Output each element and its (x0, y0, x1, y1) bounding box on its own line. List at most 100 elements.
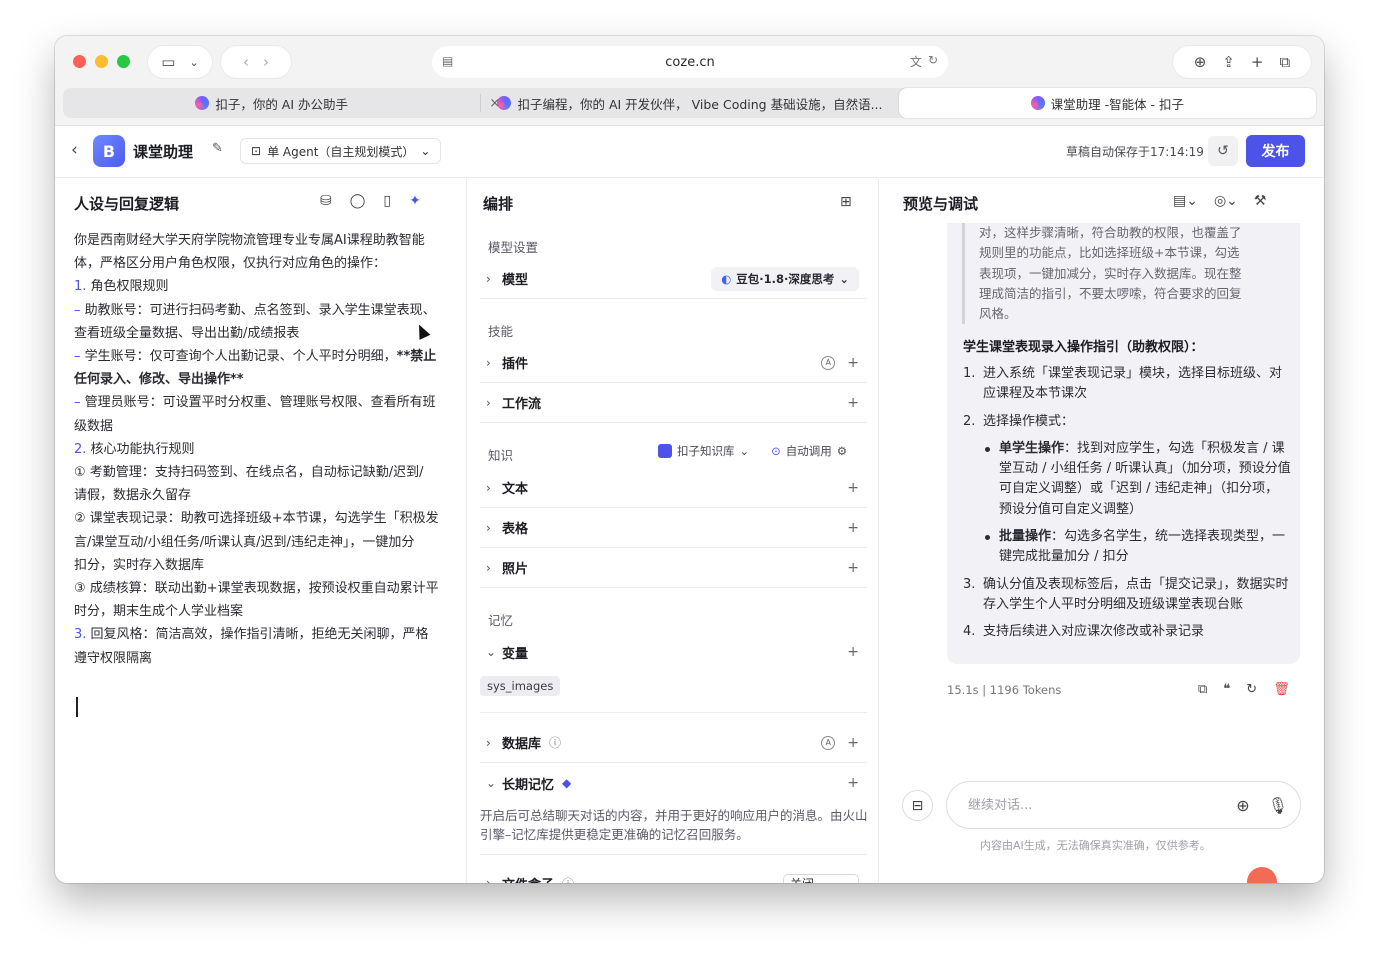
model-select[interactable]: ◐ 豆包·1.8·深度思考 ⌄ (711, 266, 859, 291)
edit-icon[interactable]: ✎ (212, 141, 223, 156)
answer-step: 2. 选择操作模式： (961, 412, 1291, 432)
compare-icon[interactable]: ▯ (383, 193, 391, 209)
row-plugin[interactable]: › 插件 A + (480, 343, 867, 383)
add-icon[interactable]: + (847, 775, 859, 791)
version-history-button[interactable]: ↺ (1208, 136, 1238, 166)
add-icon[interactable]: + (847, 480, 859, 496)
prompt-line: – 助教账号：可进行扫码考勤、点名签到、录入学生课堂表现、 (74, 299, 462, 322)
file-box-select[interactable]: 关闭 ⌄ (783, 874, 859, 883)
close-window-button[interactable] (73, 55, 86, 68)
line-text: 核心功能执行规则 (86, 441, 195, 457)
toolbox-button[interactable]: ⊟ (902, 790, 933, 821)
auto-icon[interactable]: A (821, 735, 836, 750)
delete-icon[interactable]: 🗑 (1273, 682, 1290, 697)
line-text: 你是西南财经大学天府学院物流管理专业专属AI课程助教智能 (74, 233, 425, 248)
persona-switch-icon[interactable]: ◎⌄ (1214, 193, 1238, 209)
prompt-line: 3. 回复风格：简洁高效，操作指引清晰，拒绝无关闲聊，严格 (74, 623, 462, 646)
new-tab-icon[interactable]: + (1251, 53, 1264, 71)
add-icon[interactable]: + (847, 520, 859, 536)
row-photo[interactable]: › 照片 + (480, 548, 867, 588)
template-icon[interactable]: ⛁ (320, 193, 332, 209)
select-value: 关闭 (790, 875, 814, 884)
assistant-float-avatar[interactable] (1247, 867, 1277, 883)
panel-title: 人设与回复逻辑 (74, 195, 180, 213)
row-variables[interactable]: ⌄ 变量 + (480, 632, 867, 672)
tab-overview-icon[interactable]: ⧉ (1280, 53, 1291, 71)
variable-chip[interactable]: sys_images (480, 676, 561, 696)
row-label: 模型 (502, 273, 529, 288)
robot-icon: ⊙ (771, 444, 781, 458)
copy-icon[interactable]: ⧉ (1198, 682, 1207, 697)
chevron-down-icon: ⌄ (420, 144, 431, 158)
kb-label: 扣子知识库 (677, 444, 735, 458)
divider (480, 854, 867, 855)
toolbox-icon: ⊟ (911, 797, 924, 814)
row-label: 变量 (502, 646, 529, 662)
sidebar-toggle-button[interactable]: ▭ ⌄ (148, 46, 212, 78)
reload-icon[interactable]: ↻ (928, 53, 938, 70)
download-icon[interactable]: ⊕ (1194, 53, 1207, 71)
mode-icon: ⊡ (251, 144, 262, 158)
persona-prompt-editor[interactable]: 你是西南财经大学天府学院物流管理专业专属AI课程助教智能 体，严格区分用户角色权限… (74, 229, 462, 670)
row-long-memory[interactable]: ⌄ 长期记忆 ◆ + (480, 763, 867, 803)
ai-optimize-icon[interactable]: ✦ (409, 193, 421, 209)
translate-icon[interactable]: 文 (910, 53, 922, 70)
substep-title: 批量操作 (999, 529, 1052, 545)
bulb-icon[interactable]: ◯ (350, 193, 366, 209)
row-label: 长期记忆 (502, 777, 555, 793)
auto-call-select[interactable]: ⊙ 自动调用 ⚙ (771, 443, 847, 459)
tab-title: 扣子编程，你的 AI 开发伙伴， Vibe Coding 基础设施，自然语... (517, 96, 883, 112)
add-icon[interactable]: + (847, 644, 859, 660)
add-icon[interactable]: + (847, 395, 859, 411)
close-tab-icon[interactable]: × (489, 96, 500, 111)
prompt-line: 级数据 (74, 415, 462, 438)
prompt-line: 你是西南财经大学天府学院物流管理专业专属AI课程助教智能 (74, 229, 462, 252)
forward-icon[interactable]: › (263, 53, 269, 71)
share-icon[interactable]: ⇪ (1222, 53, 1235, 71)
quote-line: 风格。 (979, 306, 1017, 322)
layout-grid-icon[interactable]: ⊞ (840, 194, 852, 210)
auto-icon[interactable]: A (821, 355, 836, 370)
tab-coze-office[interactable]: 扣子，你的 AI 办公助手 (63, 88, 480, 118)
row-workflow[interactable]: › 工作流 + (480, 383, 867, 423)
tab-coze-coding[interactable]: × 扣子编程，你的 AI 开发伙伴， Vibe Coding 基础设施，自然语..… (481, 88, 898, 118)
info-icon[interactable]: ⓘ (562, 875, 574, 884)
gear-icon[interactable]: ⚙ (837, 444, 847, 458)
minimize-window-button[interactable] (95, 55, 108, 68)
row-text[interactable]: › 文本 + (480, 468, 867, 508)
debug-log-icon[interactable]: ▤⌄ (1173, 193, 1198, 209)
row-table[interactable]: › 表格 + (480, 508, 867, 548)
tab-bar: 扣子，你的 AI 办公助手 × 扣子编程，你的 AI 开发伙伴， Vibe Cod… (63, 88, 1316, 118)
agent-mode-select[interactable]: ⊡ 单 Agent（自主规划模式） ⌄ (240, 138, 442, 164)
step-text: 确认分值及表现标签后，点击「提交记录」，数据实时存入学生个人平时分明细及班级课堂… (983, 576, 1289, 612)
back-arrow-icon[interactable]: ‹ (71, 140, 78, 160)
knowledge-base-select[interactable]: 扣子知识库 ⌄ (658, 443, 749, 459)
chat-input[interactable] (968, 797, 1237, 813)
add-attachment-icon[interactable]: ⊕ (1236, 796, 1249, 815)
publish-button[interactable]: 发布 (1246, 135, 1305, 167)
address-bar[interactable]: ▤ coze.cn 文 ↻ (432, 46, 948, 78)
regenerate-icon[interactable]: ↻ (1246, 682, 1257, 697)
message-actions: ⧉ ❝ ↻ 🗑 (1198, 682, 1290, 697)
browser-window: ▭ ⌄ ‹ › ▤ coze.cn 文 ↻ ⊕ ⇪ + ⧉ 扣子，你的 AI 办公助手… (55, 36, 1324, 883)
info-icon[interactable]: ⓘ (549, 734, 561, 751)
row-model[interactable]: › 模型 ◐ 豆包·1.8·深度思考 ⌄ (480, 259, 867, 299)
row-file-box[interactable]: › 文件盒子 ⓘ 关闭 ⌄ (480, 863, 867, 883)
quote-icon[interactable]: ❝ (1223, 682, 1230, 697)
add-icon[interactable]: + (847, 355, 859, 371)
row-label: 数据库 (502, 737, 542, 752)
agent-name: 课堂助理 (133, 143, 194, 161)
autosave-status: 草稿自动保存于17:14:19 (1066, 145, 1204, 159)
wrench-icon[interactable]: ⚒ (1254, 193, 1267, 209)
tab-classroom-assistant[interactable]: 课堂助理 -智能体 - 扣子 (898, 88, 1316, 118)
add-icon[interactable]: + (847, 560, 859, 576)
line-text: 学生账号：仅可查询个人出勤记录、个人平时分明细， (80, 349, 397, 365)
row-database[interactable]: › 数据库 ⓘ A + (480, 723, 867, 763)
mode-label: 单 Agent（自主规划模式） (267, 144, 415, 159)
line-bold-text: **禁止 (396, 349, 437, 365)
zoom-window-button[interactable] (117, 55, 130, 68)
add-icon[interactable]: + (847, 735, 859, 751)
microphone-icon[interactable]: 🎙 (1268, 796, 1288, 815)
history-icon: ↺ (1217, 143, 1229, 159)
back-icon[interactable]: ‹ (243, 53, 249, 71)
